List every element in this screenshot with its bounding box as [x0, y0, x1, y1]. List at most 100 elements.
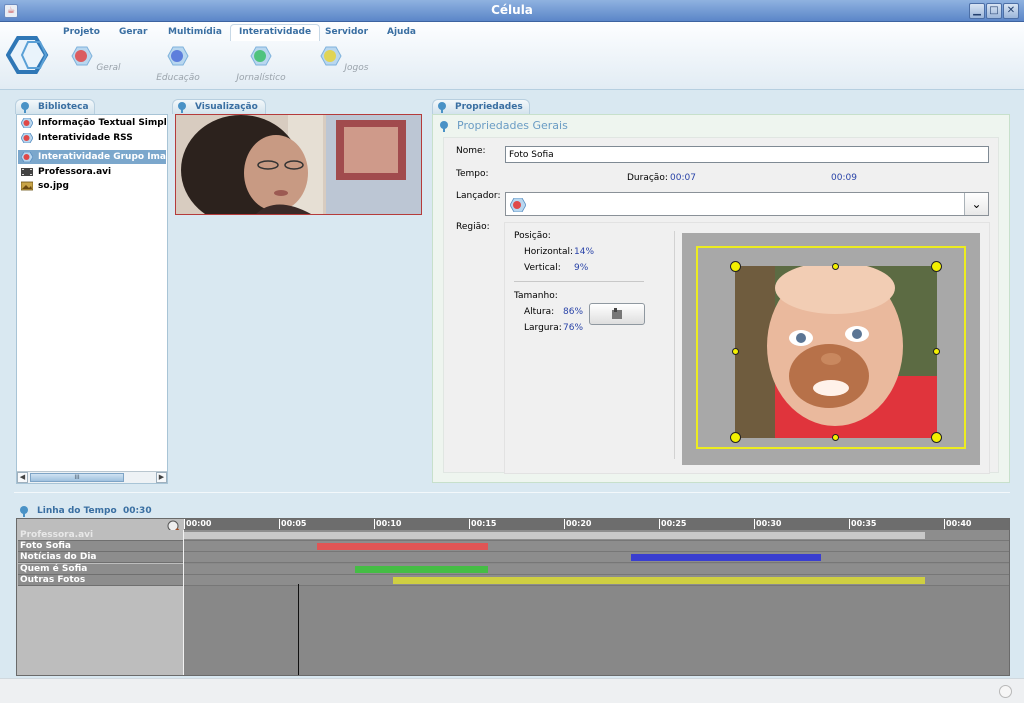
status-bar [0, 678, 1024, 703]
duration-start-value[interactable]: 00:07 [670, 173, 696, 183]
timeline-track-label[interactable]: Foto Sofia [18, 541, 184, 553]
position-label: Posição: [514, 231, 551, 241]
educacao-interactivity-icon [167, 46, 189, 66]
ruler-tick [849, 519, 850, 529]
timeline-clip[interactable] [184, 532, 925, 539]
tool-jornalistico-label: Jornalístico [236, 73, 286, 83]
duration-end-value[interactable]: 00:09 [831, 173, 857, 183]
image-size-icon [612, 308, 622, 319]
maximize-button[interactable]: □ [986, 3, 1002, 19]
properties-form: Nome: Foto Sofia Tempo: Duração: 00:07 0… [443, 137, 999, 474]
pin-icon [20, 506, 28, 517]
pin-icon [438, 102, 446, 113]
list-item-label: Interatividade RSS [38, 133, 133, 143]
list-item[interactable]: Informação Textual Simples com [18, 116, 166, 130]
timeline-clip[interactable] [393, 576, 925, 584]
menu-projeto[interactable]: Projeto [63, 27, 100, 37]
width-label: Largura: [524, 323, 562, 333]
scroll-thumb[interactable]: III [30, 473, 124, 482]
resize-handle-top-right[interactable] [931, 261, 942, 272]
ruler-tick [279, 519, 280, 529]
list-item-selected[interactable]: Interatividade Grupo Imagens [18, 150, 166, 164]
ruler-tick-label: 00:10 [376, 519, 402, 528]
timeline-track[interactable] [184, 574, 1009, 586]
section-title: Propriedades Gerais [457, 119, 568, 132]
timeline-track[interactable] [184, 541, 1009, 553]
resize-to-original-button[interactable] [589, 303, 645, 325]
tool-jogos[interactable]: Jogos [314, 46, 374, 73]
timeline-clip[interactable] [317, 543, 488, 551]
chevron-down-icon[interactable]: ⌄ [964, 193, 988, 215]
resize-handle-bottom[interactable] [832, 434, 839, 441]
region-canvas[interactable] [682, 233, 980, 465]
pin-icon [178, 102, 186, 113]
time-label: Tempo: [456, 169, 489, 179]
tool-geral[interactable]: Geral [66, 46, 126, 73]
menu-multimidia[interactable]: Multimídia [168, 27, 222, 37]
resize-handle-bottom-left[interactable] [730, 432, 741, 443]
minimize-button[interactable]: ▁ [969, 3, 985, 19]
scroll-right-button[interactable]: ▶ [156, 472, 167, 483]
width-value[interactable]: 76% [563, 323, 583, 333]
scroll-left-button[interactable]: ◀ [17, 472, 28, 483]
jornalistico-interactivity-icon [250, 46, 272, 66]
timeline-ruler[interactable] [184, 519, 1009, 530]
close-button[interactable]: ✕ [1003, 3, 1019, 19]
timeline-clip[interactable] [630, 554, 821, 562]
resize-handle-left[interactable] [732, 348, 739, 355]
scroll-thumb-grip: III [74, 474, 80, 481]
tool-jogos-label: Jogos [344, 63, 369, 73]
ruler-tick-label: 00:40 [946, 519, 972, 528]
image-file-icon [21, 181, 33, 191]
splitter[interactable] [14, 492, 1010, 493]
app-logo-icon[interactable] [6, 36, 52, 74]
ruler-tick-label: 00:15 [471, 519, 497, 528]
tab-propriedades[interactable]: Propriedades [432, 99, 530, 114]
list-item[interactable]: Professora.avi [18, 165, 166, 179]
ruler-tick [184, 519, 185, 529]
list-item[interactable]: Interatividade RSS [18, 131, 166, 145]
timeline-track-label[interactable]: Quem é Sofia [18, 563, 184, 575]
menu-ajuda[interactable]: Ajuda [387, 27, 416, 37]
timeline-clip[interactable] [355, 565, 488, 573]
resize-handle-top[interactable] [832, 263, 839, 270]
launcher-dropdown[interactable]: ⌄ [505, 192, 989, 216]
timeline-track-label[interactable]: Notícias do Dia [18, 552, 184, 564]
tab-propriedades-label: Propriedades [455, 102, 523, 112]
timeline-track[interactable] [184, 563, 1009, 575]
timeline-track[interactable] [184, 530, 1009, 541]
list-item[interactable]: so.jpg [18, 179, 166, 193]
video-preview[interactable] [175, 114, 422, 215]
region-selection[interactable] [735, 266, 937, 438]
timeline-duration: 00:30 [122, 506, 152, 516]
resize-handle-bottom-right[interactable] [931, 432, 942, 443]
name-input[interactable]: Foto Sofia [505, 146, 989, 163]
list-item-label: so.jpg [38, 181, 69, 191]
library-panel: Informação Textual Simples com Interativ… [16, 114, 168, 484]
ribbon: Projeto Gerar Multimídia Interatividade … [0, 22, 1024, 90]
vertical-value[interactable]: 9% [574, 263, 588, 273]
menu-interatividade[interactable]: Interatividade [230, 24, 321, 41]
list-item-label: Interatividade Grupo Imagens [38, 152, 166, 162]
timeline-track-label[interactable]: Outras Fotos [18, 574, 184, 586]
tab-visualizacao[interactable]: Visualização [172, 99, 266, 114]
height-label: Altura: [524, 307, 555, 317]
resize-handle-right[interactable] [933, 348, 940, 355]
name-label: Nome: [456, 146, 486, 156]
progress-indicator [999, 685, 1012, 698]
menu-gerar[interactable]: Gerar [119, 27, 147, 37]
timeline-track[interactable] [184, 552, 1009, 564]
horizontal-value[interactable]: 14% [574, 247, 594, 257]
timeline-track-label[interactable]: Professora.avi [18, 530, 184, 541]
menu-servidor[interactable]: Servidor [325, 27, 368, 37]
resize-handle-top-left[interactable] [730, 261, 741, 272]
tool-jornalistico[interactable]: Jornalístico [231, 46, 291, 83]
ruler-tick-label: 00:05 [281, 519, 307, 528]
jogos-interactivity-icon [319, 46, 342, 66]
library-horizontal-scrollbar[interactable]: ◀ III ▶ [17, 471, 167, 483]
height-value[interactable]: 86% [563, 307, 583, 317]
video-frame-image [176, 115, 421, 214]
timeline-playhead[interactable] [298, 584, 299, 675]
tab-biblioteca[interactable]: Biblioteca [15, 99, 95, 114]
tool-educacao[interactable]: Educação [148, 46, 208, 83]
